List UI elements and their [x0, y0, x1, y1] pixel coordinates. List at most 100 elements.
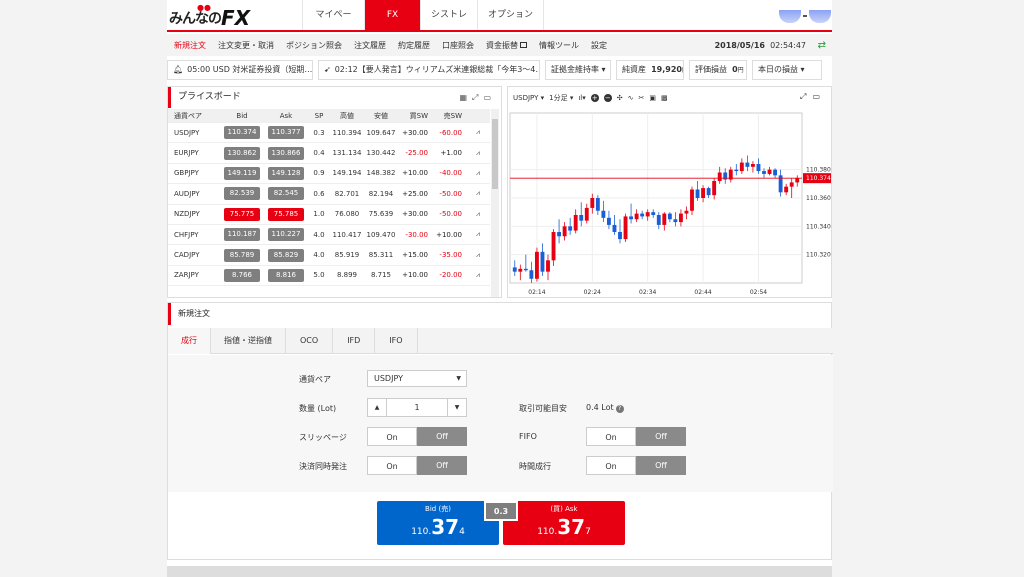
qty-decrease-button[interactable]: ▼: [448, 399, 466, 416]
cell-ask[interactable]: 75.785: [264, 207, 308, 221]
chart-pair-select[interactable]: USDJPY ▾: [513, 94, 544, 102]
table-row[interactable]: CHFJPY 110.187 110.227 4.0 110.417 109.470 -30…: [168, 225, 490, 246]
close-simultaneous-off[interactable]: Off: [417, 456, 467, 475]
scissors-icon[interactable]: ✂: [639, 94, 645, 102]
menu-settings[interactable]: 設定: [586, 40, 612, 51]
ask-price-pill[interactable]: 149.128: [268, 166, 304, 180]
menu-positions[interactable]: ポジション照会: [281, 40, 347, 51]
mini-chart-icon[interactable]: ⩘: [466, 128, 490, 137]
menu-account[interactable]: 口座照会: [437, 40, 479, 51]
cell-bid[interactable]: 130.862: [220, 146, 264, 160]
tab-fx[interactable]: FX: [364, 0, 420, 30]
popout-icon[interactable]: ▭: [483, 93, 496, 102]
menu-modify-order[interactable]: 注文変更・取消: [213, 40, 279, 51]
mini-chart-icon[interactable]: ⩘: [466, 251, 490, 260]
bid-price-pill[interactable]: 149.119: [224, 166, 260, 180]
ask-price-pill[interactable]: 110.227: [268, 228, 304, 242]
crosshair-icon[interactable]: ✣: [617, 94, 623, 102]
chart-interval-select[interactable]: 1分足 ▾: [549, 93, 573, 103]
cell-ask[interactable]: 85.829: [264, 248, 308, 262]
bid-price-pill[interactable]: 110.187: [224, 228, 260, 242]
cell-ask[interactable]: 130.866: [264, 146, 308, 160]
cell-ask[interactable]: 110.227: [264, 228, 308, 242]
cell-bid[interactable]: 85.789: [220, 248, 264, 262]
ask-price-pill[interactable]: 85.829: [268, 248, 304, 262]
sync-icon[interactable]: ⇄: [818, 40, 826, 51]
slippage-on[interactable]: On: [367, 427, 417, 446]
time-market-off[interactable]: Off: [636, 456, 686, 475]
close-simultaneous-on[interactable]: On: [367, 456, 417, 475]
tab-option[interactable]: オプション: [477, 0, 545, 30]
margin-ratio[interactable]: 証拠金維持率 ▾: [545, 60, 611, 80]
ask-price-pill[interactable]: 110.377: [268, 126, 304, 140]
cell-ask[interactable]: 149.128: [264, 166, 308, 180]
tab-ifo[interactable]: IFO: [375, 328, 418, 354]
cell-bid[interactable]: 8.766: [220, 268, 264, 282]
mini-chart-icon[interactable]: ⩘: [466, 169, 490, 178]
help-icon[interactable]: ?: [615, 405, 624, 413]
cell-bid[interactable]: 110.374: [220, 126, 264, 140]
table-row[interactable]: EURJPY 130.862 130.866 0.4 131.134 130.442 -25…: [168, 143, 490, 164]
popout-icon[interactable]: ▭: [812, 92, 826, 101]
buy-ask-button[interactable]: (買) Ask 110.377: [503, 501, 625, 545]
ask-price-pill[interactable]: 82.545: [268, 187, 304, 201]
expand-icon[interactable]: ⤢: [472, 93, 483, 102]
save-icon[interactable]: ▣: [649, 94, 656, 102]
user-avatar-icon[interactable]: [779, 9, 831, 23]
scrollbar-thumb[interactable]: [492, 119, 498, 189]
menu-order-history[interactable]: 注文履歴: [349, 40, 391, 51]
tab-oco[interactable]: OCO: [286, 328, 334, 354]
table-row[interactable]: AUDJPY 82.539 82.545 0.6 82.701 82.194 +25.00 -…: [168, 184, 490, 205]
bid-price-pill[interactable]: 75.775: [224, 207, 260, 221]
fifo-on[interactable]: On: [586, 427, 636, 446]
zoom-in-icon[interactable]: +: [590, 93, 599, 102]
ask-price-pill[interactable]: 8.816: [268, 268, 304, 282]
grid-icon[interactable]: ▦: [459, 93, 472, 102]
candle-type-icon[interactable]: ıl▾: [578, 94, 585, 102]
today-pl[interactable]: 本日の損益 ▾: [752, 60, 822, 80]
tab-market[interactable]: 成行: [168, 328, 211, 354]
candlestick-chart[interactable]: 110.374 110.380 110.360 110.340 110.320 …: [508, 109, 831, 297]
fifo-off[interactable]: Off: [636, 427, 686, 446]
cell-ask[interactable]: 110.377: [264, 126, 308, 140]
table-row[interactable]: GBPJPY 149.119 149.128 0.9 149.194 148.382 +10…: [168, 164, 490, 185]
menu-new-order[interactable]: 新規注文: [169, 40, 211, 51]
tab-limit-stop[interactable]: 指値・逆指値: [211, 328, 286, 354]
news-item-1[interactable]: 🔔︎ 05:00 USD 対米証券投資（短期…: [167, 60, 313, 80]
sell-bid-button[interactable]: Bid (売) 110.374: [377, 501, 499, 545]
ask-price-pill[interactable]: 75.785: [268, 207, 304, 221]
news-item-2[interactable]: ➹ 02:12【要人発言】ウィリアムズ米連銀総裁「今年3～4…: [318, 60, 540, 80]
cell-ask[interactable]: 82.545: [264, 187, 308, 201]
table-row[interactable]: ZARJPY 8.766 8.816 5.0 8.899 8.715 +10.00 -20.0…: [168, 266, 490, 287]
slippage-off[interactable]: Off: [417, 427, 467, 446]
draw-tool-icon[interactable]: ∿: [628, 94, 634, 102]
expand-icon[interactable]: ⤢: [800, 92, 812, 101]
mini-chart-icon[interactable]: ⩘: [466, 230, 490, 239]
qty-increase-button[interactable]: ▲: [368, 399, 386, 416]
table-row[interactable]: USDJPY 110.374 110.377 0.3 110.394 109.647 +30…: [168, 123, 490, 144]
ask-price-pill[interactable]: 130.866: [268, 146, 304, 160]
table-row[interactable]: NZDJPY 75.775 75.785 1.0 76.080 75.639 +30.00 -…: [168, 205, 490, 225]
zoom-out-icon[interactable]: −: [603, 93, 612, 102]
mini-chart-icon[interactable]: ⩘: [466, 210, 490, 219]
indicator-icon[interactable]: ▩: [661, 94, 668, 102]
mini-chart-icon[interactable]: ⩘: [466, 149, 490, 158]
pair-select[interactable]: USDJPY ▼: [367, 370, 467, 387]
cell-bid[interactable]: 110.187: [220, 228, 264, 242]
cell-bid[interactable]: 75.775: [220, 207, 264, 221]
tab-mypage[interactable]: マイページ: [302, 0, 364, 50]
menu-info-tools[interactable]: 情報ツール: [534, 40, 584, 51]
tab-systre[interactable]: シストレ: [420, 0, 477, 30]
table-row[interactable]: CADJPY 85.789 85.829 4.0 85.919 85.311 +15.00 -…: [168, 245, 490, 266]
scrollbar[interactable]: [491, 109, 499, 297]
time-market-on[interactable]: On: [586, 456, 636, 475]
mini-chart-icon[interactable]: ⩘: [466, 271, 490, 280]
bid-price-pill[interactable]: 85.789: [224, 248, 260, 262]
logo[interactable]: みんなの ●● FX: [169, 3, 250, 28]
mini-chart-icon[interactable]: ⩘: [466, 189, 490, 198]
bid-price-pill[interactable]: 8.766: [224, 268, 260, 282]
cell-bid[interactable]: 82.539: [220, 187, 264, 201]
bid-price-pill[interactable]: 82.539: [224, 187, 260, 201]
bid-price-pill[interactable]: 110.374: [224, 126, 260, 140]
menu-fill-history[interactable]: 約定履歴: [393, 40, 435, 51]
